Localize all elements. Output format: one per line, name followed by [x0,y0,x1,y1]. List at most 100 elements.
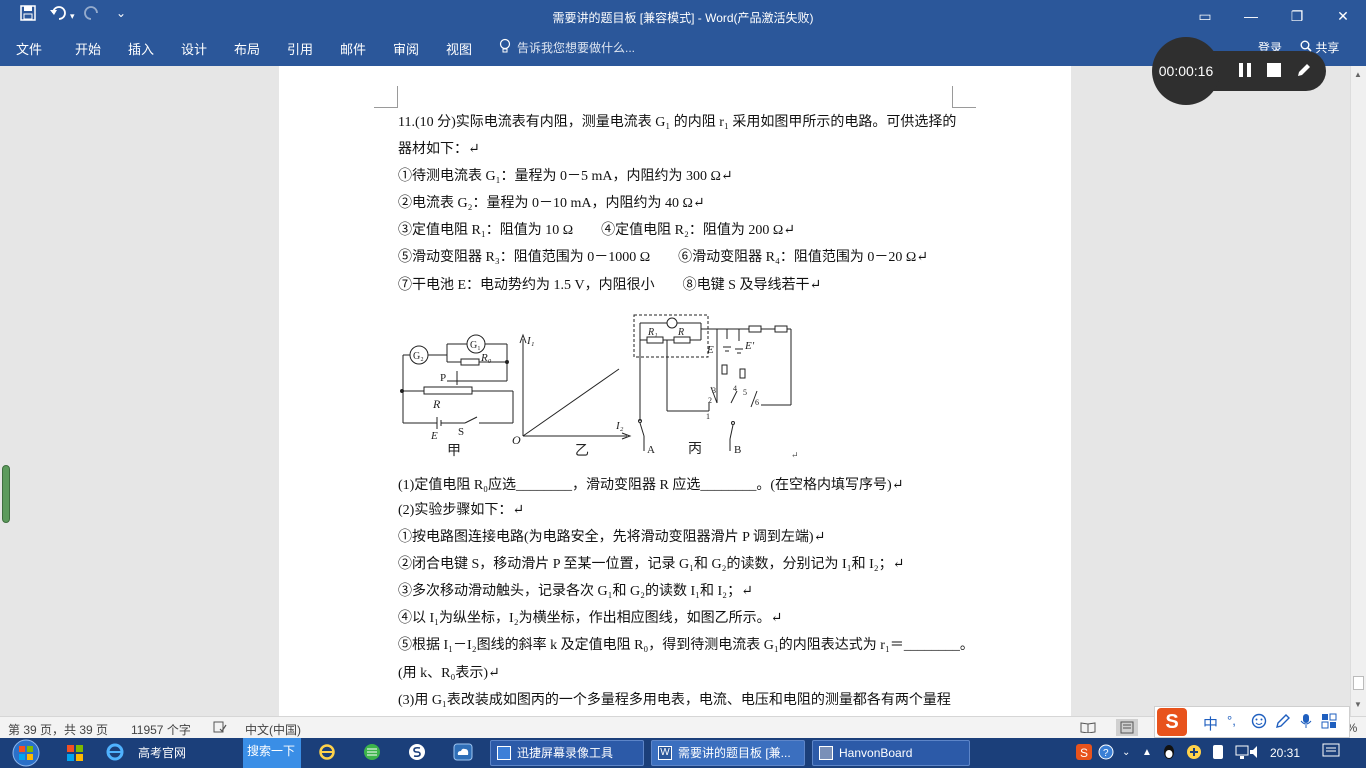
word-count[interactable]: 11957 个字 [131,721,191,738]
tab-mailings[interactable]: 邮件 [340,39,366,58]
taskbar: 高考官网 搜索一下 迅捷屏幕录像工具 W 需要讲的题目板 [兼... Hanvo… [0,738,1366,768]
restore-button[interactable]: ❐ [1274,4,1320,28]
tab-design[interactable]: 设计 [181,39,207,58]
crop-mark-right [952,86,976,108]
taskbar-app-hanvon[interactable]: HanvonBoard [812,740,970,766]
tab-references[interactable]: 引用 [287,39,313,58]
tab-view[interactable]: 视图 [446,39,472,58]
e-label: E [430,430,438,442]
sogou-logo[interactable]: S [1157,708,1187,736]
stop-icon[interactable] [1267,63,1281,80]
action-center-icon[interactable] [1322,743,1342,768]
document-page[interactable]: 11.(10 分)实际电流表有内阻，测量电流表 G₁ 的内阻 r₁ 采用如图甲所… [279,66,1071,716]
question-line: ④以 I₁为纵坐标，I₂为横坐标，作出相应图线，如图乙所示。↵ [398,611,783,626]
screen-recorder-widget: 00:00:16 [1152,37,1326,105]
browser-title[interactable]: 高考官网 [138,740,186,766]
figure-bing: R₁ R E E′ 1 2 3 4 5 6 A B 丙 ↵ [633,314,799,459]
g1-label: G₁ [470,340,481,351]
svg-text:?: ? [1103,748,1109,759]
question-line: 11.(10 分)实际电流表有内阻，测量电流表 G₁ 的内阻 r₁ 采用如图甲所… [398,115,957,130]
recording-timer: 00:00:16 [1152,37,1220,105]
side-drag-handle[interactable] [2,465,10,523]
vertical-scrollbar[interactable]: ▲ ▼ [1350,66,1366,716]
emoji-icon[interactable] [1251,713,1267,732]
app-tray-icon-yellow[interactable] [1186,743,1202,768]
i2-axis-label: I₂ [615,420,624,432]
handwriting-icon[interactable] [1275,713,1291,732]
close-button[interactable]: ✕ [1320,4,1366,28]
r1-label: R₁ [647,327,658,338]
pen-icon[interactable] [1296,62,1312,81]
paragraph-mark: ↵ [791,450,799,459]
contact-4-label: 4 [733,384,737,393]
tab-insert[interactable]: 插入 [128,39,154,58]
show-hidden-icons[interactable]: ▲ [1142,740,1152,766]
start-button[interactable] [6,739,46,767]
caption-yi: 乙 [575,443,589,459]
minimize-button[interactable]: — [1228,4,1274,28]
terminal-b-label: B [734,444,741,456]
pause-icon[interactable] [1238,62,1252,81]
lightbulb-icon [499,38,511,57]
proofing-icon[interactable] [213,721,227,736]
toolbox-icon[interactable] [1321,713,1337,732]
tab-review[interactable]: 审阅 [393,39,419,58]
crop-mark-left [374,86,398,108]
clock[interactable]: 20:31 [1270,740,1300,766]
e-prime-label: E′ [744,340,755,352]
ribbon-display-options-icon[interactable]: ▭ [1182,4,1228,28]
tab-file[interactable]: 文件 [16,39,42,58]
e-label-bing: E [706,344,714,356]
s-label: S [458,426,464,438]
tab-home[interactable]: 开始 [75,39,101,58]
question-line: ②电流表 G₂：量程为 0－10 mA，内阻约为 40 Ω↵ [398,196,705,211]
question-line: (用 k、R₀表示)↵ [398,666,500,681]
page-count[interactable]: 第 39 页，共 39 页 [8,721,108,738]
sogou-tray-icon[interactable]: S [1076,743,1092,768]
question-line: (2)实验步骤如下：↵ [398,503,525,518]
scroll-down-icon[interactable]: ▼ [1354,700,1362,709]
taskbar-app-recorder[interactable]: 迅捷屏幕录像工具 [490,740,644,766]
taskbar-app-label: 迅捷屏幕录像工具 [517,746,614,760]
search-button[interactable]: 搜索一下 [243,738,301,768]
ie-pinned-icon[interactable] [318,743,336,768]
sogou-taskbar-icon[interactable] [66,744,84,768]
voice-icon[interactable] [1299,713,1313,732]
device-tray-icon[interactable] [1212,743,1224,768]
tab-layout[interactable]: 布局 [234,39,260,58]
r0-label: R₀ [480,352,492,364]
window-title: 需要讲的题目板 [兼容模式] - Word(产品激活失败) [552,11,814,25]
keyboard-tray-icon[interactable]: ⌄ [1122,740,1130,766]
title-bar: ▾ ⌄ 需要讲的题目板 [兼容模式] - Word(产品激活失败) ▭ — ❐ … [0,0,1366,32]
question-line: ③多次移动滑动触头，记录各次 G₁和 G₂的读数 I₁和 I₂；↵ [398,584,753,599]
r-label: R [432,397,441,411]
taskbar-app-label: HanvonBoard [839,746,913,760]
punctuation-toggle[interactable]: °, [1227,713,1236,728]
help-tray-icon[interactable]: ? [1098,743,1114,768]
document-area: 11.(10 分)实际电流表有内阻，测量电流表 G₁ 的内阻 r₁ 采用如图甲所… [0,66,1350,716]
terminal-a-label: A [647,444,655,456]
qq-tray-icon[interactable] [1162,743,1176,768]
ime-mode-chinese[interactable]: 中 [1203,713,1218,734]
read-mode-icon[interactable] [1080,721,1096,736]
language-indicator[interactable]: 中文(中国) [245,721,301,738]
question-line: ①待测电流表 G₁：量程为 0－5 mA，内阻约为 300 Ω↵ [398,169,733,184]
app-icon-cloud[interactable] [453,743,473,768]
figure-jia: G₂ G₁ R₀ P R E S 甲 [400,334,514,459]
question-line: ⑤滑动变阻器 R₃：阻值范围为 0－1000 Ω ⑥滑动变阻器 R₄：阻值范围为… [398,250,928,265]
contact-3-label: 3 [712,386,716,395]
origin-label: O [512,433,521,447]
r-label-bing: R [677,327,684,338]
scroll-thumb[interactable] [1353,676,1364,690]
taskbar-app-word[interactable]: W 需要讲的题目板 [兼... [651,740,805,766]
app-icon-green[interactable] [363,743,381,768]
app-icon-s[interactable] [408,743,426,768]
print-layout-icon[interactable] [1116,719,1138,736]
g2-label: G₂ [413,351,424,362]
svg-text:S: S [1080,746,1088,760]
tell-me-search[interactable]: 告诉我您想要做什么... [517,39,635,56]
ie-browser-icon[interactable] [105,742,125,768]
contact-6-label: 6 [755,398,759,407]
volume-tray-icon[interactable] [1248,743,1264,768]
scroll-up-icon[interactable]: ▲ [1354,70,1362,79]
